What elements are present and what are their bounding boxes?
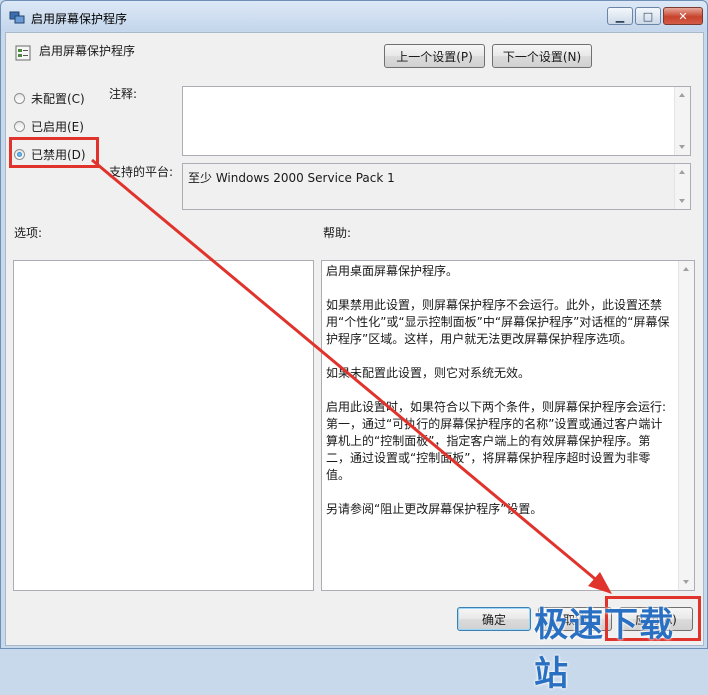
radio-label: 已禁用(D): [31, 148, 86, 162]
radio-indicator[interactable]: [14, 93, 25, 104]
comment-scrollbar[interactable]: [674, 87, 690, 155]
scroll-down-arrow-icon[interactable]: [679, 145, 685, 149]
radio-not-configured[interactable]: 未配置(C): [14, 90, 85, 107]
scroll-up-arrow-icon[interactable]: [679, 170, 685, 174]
help-panel[interactable]: 启用桌面屏幕保护程序。 如果禁用此设置，则屏幕保护程序不会运行。此外，此设置还禁…: [321, 260, 695, 591]
policy-name: 启用屏幕保护程序: [39, 44, 136, 58]
previous-setting-button[interactable]: 上一个设置(P): [384, 44, 485, 68]
ok-button[interactable]: 确定: [457, 607, 531, 631]
options-panel[interactable]: [13, 260, 314, 591]
help-text: 启用桌面屏幕保护程序。 如果禁用此设置，则屏幕保护程序不会运行。此外，此设置还禁…: [326, 263, 674, 535]
radio-disabled[interactable]: 已禁用(D): [14, 146, 86, 163]
help-paragraph: 启用此设置时，如果符合以下两个条件，则屏幕保护程序会运行: 第一，通过“可执行的…: [326, 400, 667, 482]
help-label: 帮助:: [323, 226, 352, 240]
scroll-down-arrow-icon[interactable]: [679, 199, 685, 203]
close-button[interactable]: ✕: [663, 7, 703, 25]
title-bar[interactable]: 启用屏幕保护程序 ▁ □ ✕: [1, 1, 707, 33]
radio-enabled[interactable]: 已启用(E): [14, 118, 84, 135]
dialog-client: 启用屏幕保护程序 上一个设置(P) 下一个设置(N) 未配置(C) 已启用(E)…: [5, 32, 704, 646]
scroll-up-arrow-icon[interactable]: [679, 93, 685, 97]
comment-label: 注释:: [109, 87, 138, 101]
dialog-window: 启用屏幕保护程序 ▁ □ ✕ 启用屏幕保护程序 上一个设置(P) 下一个设置(N…: [0, 0, 708, 649]
help-paragraph: 启用桌面屏幕保护程序。: [326, 264, 459, 278]
scroll-down-arrow-icon[interactable]: [683, 580, 689, 584]
comment-textarea[interactable]: [182, 86, 691, 156]
window-title: 启用屏幕保护程序: [31, 12, 128, 26]
policy-app-icon: [9, 11, 25, 24]
watermark-text: 极速下载站: [534, 605, 674, 694]
platform-value: 至少 Windows 2000 Service Pack 1: [188, 171, 395, 185]
platform-label: 支持的平台:: [109, 165, 174, 179]
platform-scrollbar[interactable]: [674, 164, 690, 209]
scroll-up-arrow-icon[interactable]: [683, 267, 689, 271]
options-label: 选项:: [14, 226, 43, 240]
policy-setting-icon: [15, 45, 31, 61]
radio-label: 未配置(C): [31, 92, 85, 106]
minimize-button[interactable]: ▁: [607, 7, 633, 25]
help-paragraph: 如果未配置此设置，则它对系统无效。: [326, 366, 531, 380]
help-scrollbar[interactable]: [678, 261, 694, 590]
help-paragraph: 另请参阅“阻止更改屏幕保护程序”设置。: [326, 502, 543, 516]
next-setting-button[interactable]: 下一个设置(N): [492, 44, 592, 68]
radio-label: 已启用(E): [31, 120, 84, 134]
radio-indicator-selected[interactable]: [14, 149, 25, 160]
help-paragraph: 如果禁用此设置，则屏幕保护程序不会运行。此外，此设置还禁用“个性化”或“显示控制…: [326, 298, 670, 346]
maximize-button[interactable]: □: [635, 7, 661, 25]
platform-field: 至少 Windows 2000 Service Pack 1: [182, 163, 691, 210]
radio-indicator[interactable]: [14, 121, 25, 132]
